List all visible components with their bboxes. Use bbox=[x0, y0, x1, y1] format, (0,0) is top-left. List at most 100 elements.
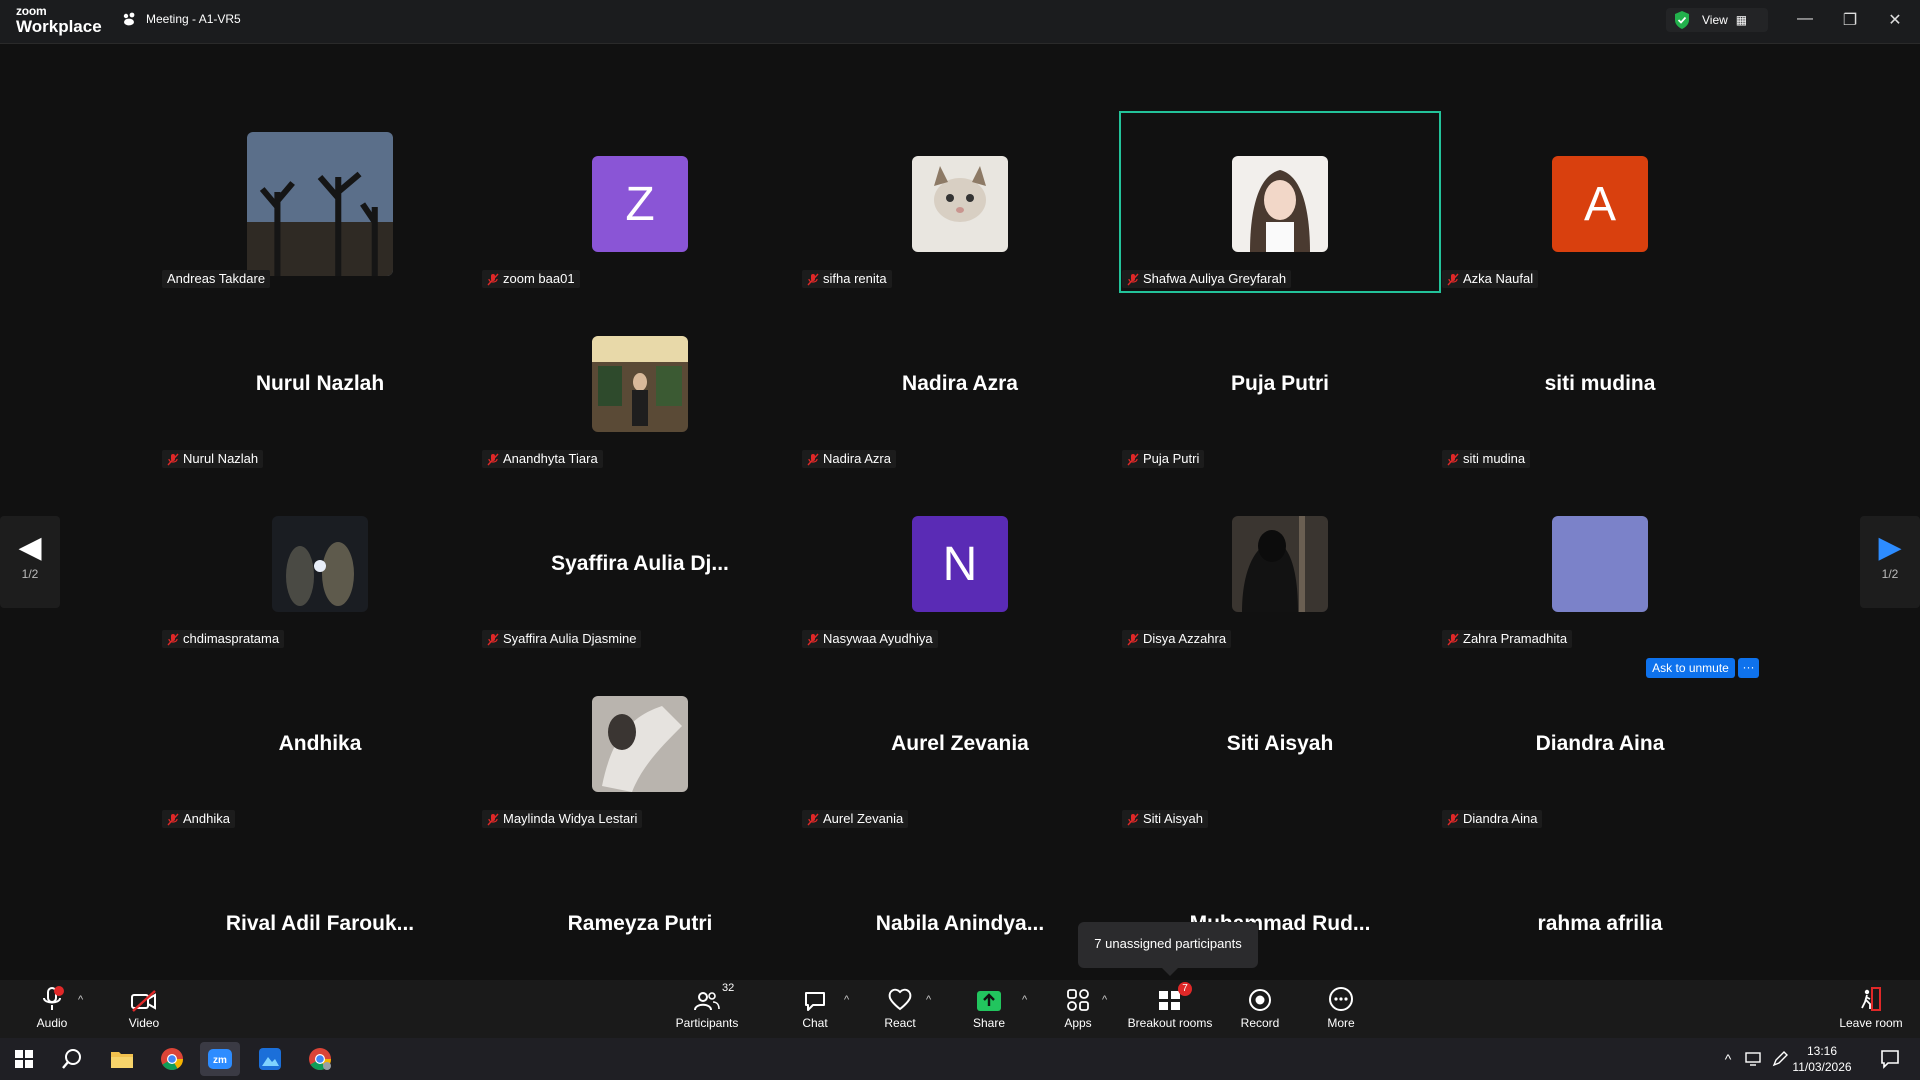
mic-muted-icon bbox=[1447, 633, 1459, 646]
network-icon[interactable] bbox=[1740, 1042, 1768, 1076]
participant-display-name: Puja Putri bbox=[1230, 372, 1330, 395]
participant-tile[interactable]: Puja Putri Puja Putri bbox=[1120, 292, 1440, 472]
clock-time: 13:16 bbox=[1806, 1044, 1838, 1058]
mic-muted-icon bbox=[1127, 453, 1139, 466]
participant-name: sifha renita bbox=[823, 271, 887, 286]
participant-display-name: Rival Adil Farouk... bbox=[225, 912, 415, 935]
start-windows-icon[interactable] bbox=[4, 1042, 44, 1076]
react-options-caret[interactable]: ^ bbox=[926, 994, 931, 1006]
participant-photo bbox=[592, 696, 688, 792]
notifications-icon[interactable] bbox=[1870, 1042, 1910, 1076]
minimize-icon[interactable]: — bbox=[1793, 10, 1817, 30]
mic-muted-icon bbox=[1447, 273, 1459, 286]
more-label: More bbox=[1327, 1016, 1355, 1030]
prev-page-button[interactable]: ◀ 1/2 bbox=[0, 516, 60, 608]
participant-avatar: A bbox=[1552, 156, 1648, 252]
tile-more-options-button[interactable]: ··· bbox=[1738, 658, 1759, 678]
breakout-tooltip: 7 unassigned participants bbox=[1078, 922, 1258, 976]
restore-icon[interactable]: ❐ bbox=[1838, 10, 1862, 30]
tray-chevron-up-icon[interactable]: ^ bbox=[1714, 1042, 1742, 1076]
participant-avatar: Z bbox=[592, 156, 688, 252]
participant-display-name: Syaffira Aulia Dj... bbox=[551, 552, 729, 575]
mic-muted-icon bbox=[807, 453, 819, 466]
participant-tile[interactable]: Nadira Azra Nadira Azra bbox=[800, 292, 1120, 472]
participant-display-name: Diandra Aina bbox=[1535, 732, 1665, 755]
video-button[interactable]: Video bbox=[120, 982, 168, 1036]
participant-photo bbox=[1232, 516, 1328, 612]
share-options-caret[interactable]: ^ bbox=[1022, 994, 1027, 1006]
video-off-icon bbox=[131, 990, 156, 1012]
participant-name-label: Syaffira Aulia Djasmine bbox=[482, 630, 642, 648]
meeting-info[interactable]: Meeting - A1-VR5 bbox=[122, 12, 241, 26]
participant-tile[interactable]: Shafwa Auliya Greyfarah bbox=[1119, 111, 1441, 293]
chat-options-caret[interactable]: ^ bbox=[844, 994, 849, 1006]
participant-name-label: Nasywaa Ayudhiya bbox=[802, 630, 938, 648]
participants-count: 32 bbox=[722, 982, 735, 994]
mic-muted-icon bbox=[807, 813, 819, 826]
encryption-shield-icon bbox=[1675, 11, 1689, 29]
participant-name-label: Nadira Azra bbox=[802, 450, 896, 468]
zoom-taskbar-icon[interactable]: zm bbox=[200, 1042, 240, 1076]
share-screen-icon bbox=[977, 991, 1001, 1011]
record-button[interactable]: Record bbox=[1238, 982, 1282, 1036]
participants-button[interactable]: Participants 32 bbox=[670, 982, 744, 1036]
participant-tile[interactable]: Diandra Aina Diandra Aina bbox=[1440, 652, 1760, 832]
next-page-button[interactable]: ▶ 1/2 bbox=[1860, 516, 1920, 608]
close-icon[interactable]: ✕ bbox=[1883, 10, 1907, 30]
participant-name-label: Puja Putri bbox=[1122, 450, 1205, 468]
participant-name: Andreas Takdare bbox=[167, 271, 266, 286]
breakout-badge: 7 bbox=[1178, 982, 1192, 996]
leave-room-button[interactable]: Leave room bbox=[1836, 982, 1906, 1036]
participant-name: Maylinda Widya Lestari bbox=[503, 811, 638, 826]
participant-tile[interactable]: Zzoom baa01 bbox=[480, 112, 800, 292]
participant-tile[interactable]: Maylinda Widya Lestari bbox=[480, 652, 800, 832]
file-explorer-icon[interactable] bbox=[102, 1042, 142, 1076]
apps-options-caret[interactable]: ^ bbox=[1102, 994, 1107, 1006]
participants-label: Participants bbox=[675, 1016, 739, 1030]
view-button[interactable]: View ▦ bbox=[1666, 8, 1768, 32]
windows-taskbar: zm ^ 13:16 11/03/2026 bbox=[0, 1038, 1920, 1080]
participant-tile[interactable]: Zahra Pramadhita bbox=[1440, 472, 1760, 652]
breakout-rooms-button[interactable]: Breakout rooms 7 bbox=[1124, 982, 1216, 1036]
apps-button[interactable]: Apps bbox=[1058, 982, 1098, 1036]
chrome-profile-icon[interactable] bbox=[300, 1042, 340, 1076]
participant-name: siti mudina bbox=[1463, 451, 1526, 466]
mic-muted-icon bbox=[487, 273, 499, 286]
participant-tile[interactable]: Disya Azzahra bbox=[1120, 472, 1440, 652]
participant-tile[interactable]: Siti Aisyah Siti Aisyah bbox=[1120, 652, 1440, 832]
system-clock[interactable]: 13:16 11/03/2026 bbox=[1782, 1043, 1862, 1075]
participant-name-label: Azka Naufal bbox=[1442, 270, 1539, 288]
mic-muted-icon bbox=[167, 453, 179, 466]
ask-to-unmute-button[interactable]: Ask to unmute bbox=[1646, 658, 1735, 678]
search-icon[interactable] bbox=[52, 1042, 92, 1076]
mic-muted-icon bbox=[487, 813, 499, 826]
participant-name: Andhika bbox=[183, 811, 230, 826]
participant-tile[interactable]: Nurul Nazlah Nurul Nazlah bbox=[160, 292, 480, 472]
participant-tile[interactable]: Aurel Zevania Aurel Zevania bbox=[800, 652, 1120, 832]
mic-muted-icon bbox=[1127, 813, 1139, 826]
participant-avatar: N bbox=[912, 516, 1008, 612]
participant-name-label: Siti Aisyah bbox=[1122, 810, 1208, 828]
participant-tile[interactable]: Andhika Andhika bbox=[160, 652, 480, 832]
participant-tile[interactable]: sifha renita bbox=[800, 112, 1120, 292]
view-grid-icon: ▦ bbox=[1735, 13, 1748, 27]
participant-tile[interactable]: Syaffira Aulia Dj... Syaffira Aulia Djasm… bbox=[480, 472, 800, 652]
audio-options-caret[interactable]: ^ bbox=[78, 994, 83, 1006]
participant-tile[interactable]: Andreas Takdare bbox=[160, 112, 480, 292]
chrome-icon[interactable] bbox=[152, 1042, 192, 1076]
participant-tile[interactable]: A Azka Naufal bbox=[1440, 112, 1760, 292]
share-button[interactable]: Share bbox=[968, 982, 1010, 1036]
chat-button[interactable]: Chat bbox=[795, 982, 835, 1036]
participant-tile[interactable]: siti mudina siti mudina bbox=[1440, 292, 1760, 472]
participant-tile[interactable]: Anandhyta Tiara bbox=[480, 292, 800, 472]
participant-name: zoom baa01 bbox=[503, 271, 575, 286]
react-button[interactable]: React bbox=[880, 982, 920, 1036]
participant-tile[interactable]: N Nasywaa Ayudhiya bbox=[800, 472, 1120, 652]
photos-icon[interactable] bbox=[250, 1042, 290, 1076]
participant-tile[interactable]: chdimaspratama bbox=[160, 472, 480, 652]
more-button[interactable]: More bbox=[1322, 982, 1360, 1036]
participant-name: Syaffira Aulia Djasmine bbox=[503, 631, 637, 646]
leave-room-label: Leave room bbox=[1839, 1016, 1903, 1030]
audio-button[interactable]: Audio bbox=[28, 982, 76, 1036]
participant-name-label: zoom baa01 bbox=[482, 270, 580, 288]
